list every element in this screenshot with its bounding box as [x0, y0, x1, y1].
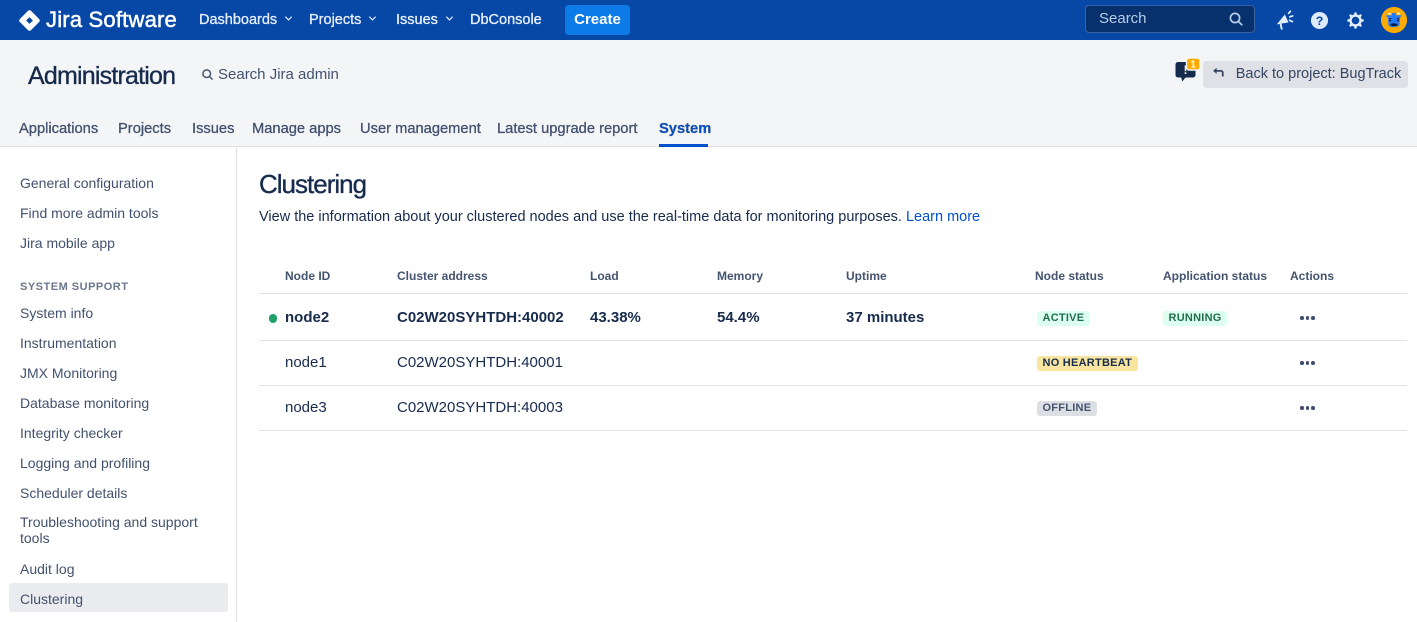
svg-text:?: ? [1316, 14, 1324, 28]
svg-text:1: 1 [1190, 60, 1196, 71]
